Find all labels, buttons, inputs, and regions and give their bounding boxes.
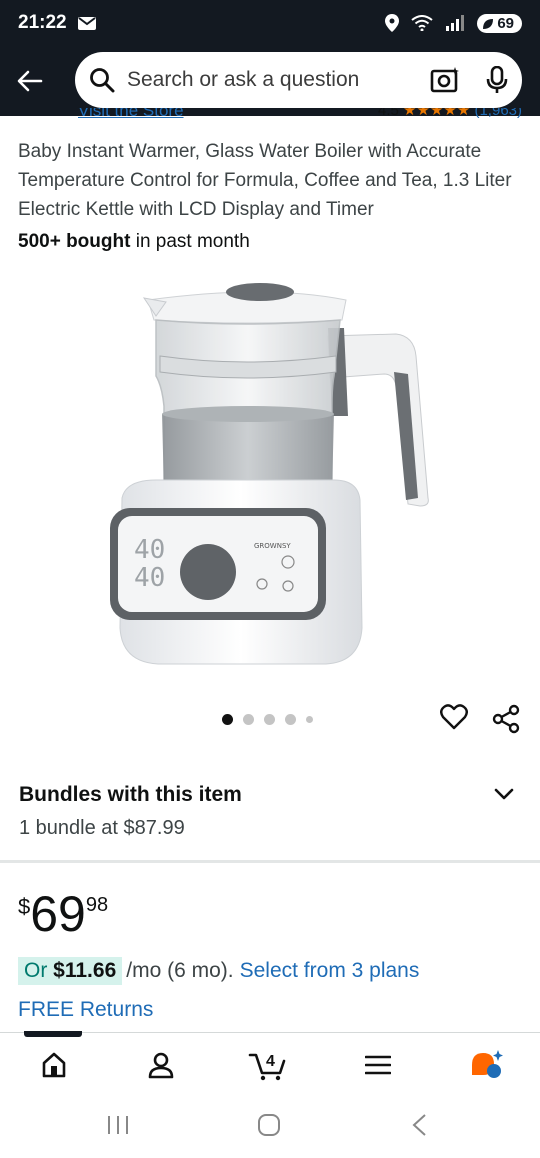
back-arrow-icon <box>17 70 43 92</box>
kettle-illustration: 40 40 GROWNSY <box>110 283 429 665</box>
system-navigation-bar <box>0 1096 540 1158</box>
nav-home[interactable] <box>32 1047 76 1083</box>
battery-saver-icon <box>483 18 494 29</box>
product-title: Baby Instant Warmer, Glass Water Boiler … <box>18 141 512 220</box>
image-brand-label: GROWNSY <box>254 542 291 550</box>
cart-icon: 4 <box>248 1053 286 1081</box>
section-divider <box>0 860 540 863</box>
home-button-icon[interactable] <box>257 1114 281 1136</box>
account-icon <box>148 1052 174 1079</box>
bought-count: 500+ bought <box>18 231 131 252</box>
location-icon <box>385 14 400 32</box>
email-notification-icon <box>77 16 96 30</box>
monthly-payment-offer: Or $11.66 /mo (6 mo). Select from 3 plan… <box>18 957 419 985</box>
search-icon <box>90 68 115 93</box>
carousel-dot[interactable] <box>306 716 313 723</box>
store-row: Visit the Store 4.5 ★★★★★ (1,963) <box>0 108 540 122</box>
home-icon <box>42 1052 66 1078</box>
price-whole: 69 <box>30 886 86 942</box>
bundles-title: Bundles with this item <box>19 783 242 806</box>
rufus-icon <box>472 1050 503 1078</box>
rating-value: 4.5 <box>378 108 399 119</box>
carousel-dot[interactable] <box>285 714 296 725</box>
cart-count: 4 <box>266 1053 275 1070</box>
menu-icon <box>365 1055 391 1075</box>
rating-stars: ★★★★★ <box>403 108 471 119</box>
back-button-icon[interactable] <box>410 1114 430 1136</box>
search-bar[interactable]: Search or ask a question <box>75 52 522 108</box>
battery-level: 69 <box>497 14 514 32</box>
product-image[interactable]: 40 40 GROWNSY <box>96 276 446 676</box>
display-bottom-reading: 40 <box>134 563 165 593</box>
signal-icon <box>446 15 465 31</box>
wifi-icon <box>411 15 433 31</box>
heart-icon[interactable] <box>440 704 468 730</box>
carousel-dot[interactable] <box>264 714 275 725</box>
search-input[interactable]: Search or ask a question <box>127 68 430 92</box>
price-fraction: 98 <box>85 894 109 916</box>
monthly-prefix: Or <box>24 959 54 982</box>
visit-store-link[interactable]: Visit the Store <box>78 108 184 121</box>
image-actions <box>440 704 520 734</box>
carousel-dot[interactable] <box>222 714 233 725</box>
monthly-amount: $11.66 <box>53 959 117 982</box>
share-icon[interactable] <box>492 704 520 734</box>
rating-summary[interactable]: 4.5 ★★★★★ (1,963) <box>378 108 522 119</box>
display-top-reading: 40 <box>134 535 165 565</box>
image-carousel-dots[interactable] <box>222 714 313 725</box>
price-currency-symbol: $ <box>18 894 31 919</box>
bottom-navigation: 4 <box>0 1031 540 1096</box>
chevron-down-icon[interactable] <box>494 787 514 801</box>
rating-count: (1,963) <box>474 108 522 119</box>
free-returns-link[interactable]: FREE Returns <box>18 998 153 1022</box>
monthly-payment-pill: Or $11.66 <box>18 957 123 985</box>
active-tab-indicator <box>24 1031 82 1037</box>
carousel-dot[interactable] <box>243 714 254 725</box>
monthly-term: /mo (6 mo). <box>126 959 234 982</box>
status-time: 21:22 <box>18 12 67 33</box>
bought-suffix: in past month <box>130 231 250 252</box>
bundles-section[interactable]: Bundles with this item 1 bundle at $87.9… <box>0 775 540 861</box>
microphone-icon[interactable] <box>486 66 508 94</box>
product-price: $ 69 98 <box>18 886 108 942</box>
nav-cart[interactable]: 4 <box>246 1047 290 1083</box>
nav-rufus[interactable] <box>464 1047 508 1083</box>
bundles-subtitle: 1 bundle at $87.99 <box>19 817 185 839</box>
bought-in-past-month: 500+ bought in past month <box>18 231 250 253</box>
search-header: Search or ask a question <box>0 46 540 116</box>
battery-indicator: 69 <box>477 13 522 33</box>
recent-apps-icon[interactable] <box>106 1114 130 1136</box>
nav-menu[interactable] <box>356 1047 400 1083</box>
nav-account[interactable] <box>139 1047 183 1083</box>
back-button[interactable] <box>0 46 60 116</box>
camera-search-icon[interactable] <box>430 66 460 94</box>
select-plans-link[interactable]: Select from 3 plans <box>240 959 420 983</box>
status-bar: 21:22 69 <box>0 0 540 46</box>
